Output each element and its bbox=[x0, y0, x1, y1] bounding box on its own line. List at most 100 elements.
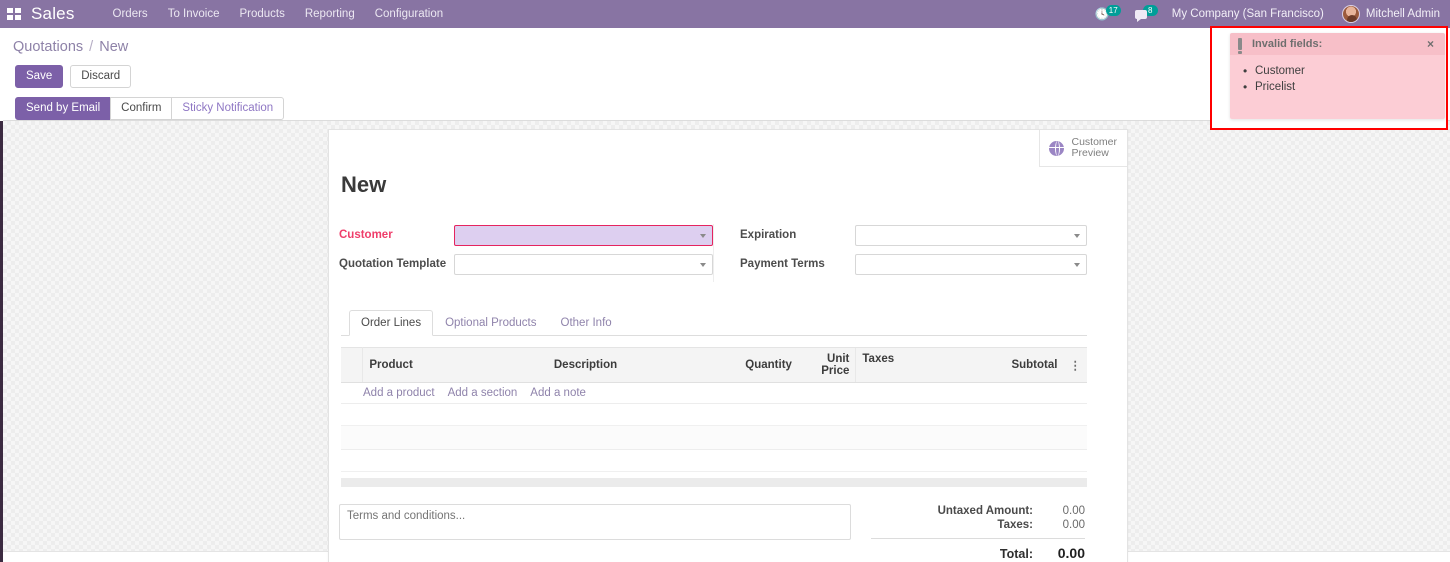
quotation-template-label: Quotation Template bbox=[339, 258, 447, 270]
notification-body: Customer Pricelist bbox=[1230, 55, 1445, 119]
sheet-footer: Untaxed Amount: 0.00 Taxes: 0.00 Total: … bbox=[339, 504, 1087, 562]
table-row bbox=[341, 403, 1087, 426]
send-by-email-button[interactable]: Send by Email bbox=[15, 97, 112, 120]
form-sheet-wrapper: Customer Preview New Customer Quotation … bbox=[328, 129, 1128, 562]
globe-icon bbox=[1049, 140, 1065, 156]
apps-grid-icon[interactable] bbox=[7, 8, 21, 20]
customer-preview-line2: Preview bbox=[1071, 147, 1109, 159]
breadcrumb-separator: / bbox=[89, 39, 94, 55]
tab-order-lines[interactable]: Order Lines bbox=[349, 310, 434, 336]
column-unit-price[interactable]: Unit Price bbox=[797, 347, 856, 383]
add-a-note-link[interactable]: Add a note bbox=[530, 387, 586, 399]
customer-preview-button[interactable]: Customer Preview bbox=[1039, 130, 1127, 167]
vertical-dots-icon[interactable]: ⋮ bbox=[1063, 347, 1087, 383]
form-sheet: Customer Preview New Customer Quotation … bbox=[328, 129, 1128, 562]
total-row-taxes: Taxes: 0.00 bbox=[871, 518, 1085, 532]
nav-item-configuration[interactable]: Configuration bbox=[365, 0, 453, 28]
taxes-value: 0.00 bbox=[1062, 519, 1085, 531]
chevron-down-icon bbox=[700, 263, 706, 267]
column-product[interactable]: Product bbox=[362, 347, 548, 383]
confirm-button[interactable]: Confirm bbox=[110, 97, 173, 120]
user-menu[interactable]: Mitchell Admin bbox=[1341, 5, 1444, 23]
add-links: Add a product Add a section Add a note bbox=[341, 387, 1087, 399]
column-subtotal[interactable]: Subtotal bbox=[994, 347, 1064, 383]
sticky-notification-button[interactable]: Sticky Notification bbox=[171, 97, 285, 120]
table-bottom-bar bbox=[341, 478, 1087, 487]
tab-optional-products[interactable]: Optional Products bbox=[433, 310, 548, 336]
user-name-label: Mitchell Admin bbox=[1365, 8, 1440, 20]
expiration-field-control bbox=[855, 224, 1087, 246]
left-edge-rail bbox=[0, 121, 3, 562]
discard-button[interactable]: Discard bbox=[70, 65, 132, 88]
total-row-grand: Total: 0.00 bbox=[871, 538, 1085, 562]
totals-block: Untaxed Amount: 0.00 Taxes: 0.00 Total: … bbox=[871, 504, 1087, 562]
column-quantity[interactable]: Quantity bbox=[736, 347, 798, 383]
untaxed-amount-label: Untaxed Amount: bbox=[937, 505, 1033, 517]
sticky-notification: Invalid fields: × Customer Pricelist bbox=[1230, 33, 1445, 119]
nav-item-products[interactable]: Products bbox=[229, 0, 294, 28]
untaxed-amount-value: 0.00 bbox=[1062, 505, 1085, 517]
navbar-menu: Orders To Invoice Products Reporting Con… bbox=[103, 0, 454, 28]
expiration-label: Expiration bbox=[740, 229, 797, 241]
app-brand-sales[interactable]: Sales bbox=[31, 4, 75, 24]
messages-menu[interactable]: 8 bbox=[1134, 5, 1158, 22]
add-a-section-link[interactable]: Add a section bbox=[448, 387, 518, 399]
customer-input[interactable] bbox=[454, 224, 713, 246]
column-description[interactable]: Description bbox=[547, 347, 737, 383]
order-lines-head: Product Description Quantity Unit Price … bbox=[341, 347, 1087, 383]
top-navbar: Sales Orders To Invoice Products Reporti… bbox=[0, 0, 1450, 28]
notification-title: Invalid fields: bbox=[1252, 38, 1323, 50]
column-taxes[interactable]: Taxes bbox=[855, 347, 995, 383]
nav-item-reporting[interactable]: Reporting bbox=[295, 0, 365, 28]
activities-menu[interactable]: 🕓 17 bbox=[1095, 5, 1121, 21]
terms-and-conditions-input[interactable] bbox=[339, 504, 851, 540]
page-title: New bbox=[341, 172, 387, 197]
total-label: Total: bbox=[999, 547, 1033, 561]
company-switcher[interactable]: My Company (San Francisco) bbox=[1172, 8, 1324, 20]
notebook: Order Lines Optional Products Other Info… bbox=[341, 310, 1087, 487]
statusbar-buttons: Send by Email Confirm Sticky Notificatio… bbox=[15, 97, 285, 120]
add-links-cell: Add a product Add a section Add a note bbox=[341, 382, 1087, 404]
activities-count-badge: 17 bbox=[1105, 5, 1121, 16]
total-value: 0.00 bbox=[1057, 545, 1085, 561]
field-row-expiration: Expiration bbox=[740, 224, 1087, 246]
payment-terms-label: Payment Terms bbox=[740, 258, 825, 270]
save-button[interactable]: Save bbox=[15, 65, 64, 88]
field-row-quotation-template: Quotation Template bbox=[339, 253, 713, 275]
total-row-untaxed: Untaxed Amount: 0.00 bbox=[871, 504, 1085, 518]
statusbar-button-group: Send by Email Confirm Sticky Notificatio… bbox=[15, 97, 285, 120]
nav-item-to-invoice[interactable]: To Invoice bbox=[158, 0, 230, 28]
list-item: Customer bbox=[1239, 63, 1436, 79]
quotation-template-field-control bbox=[454, 253, 713, 275]
field-row-payment-terms: Payment Terms bbox=[740, 253, 1087, 275]
payment-terms-input[interactable] bbox=[855, 253, 1087, 275]
taxes-label: Taxes: bbox=[997, 519, 1033, 531]
form-column-right: Expiration Payment Terms bbox=[713, 224, 1087, 282]
chevron-down-icon bbox=[1074, 234, 1080, 238]
breadcrumb-quotations[interactable]: Quotations bbox=[13, 39, 83, 55]
quotation-template-input[interactable] bbox=[454, 253, 713, 275]
expiration-input[interactable] bbox=[855, 224, 1087, 246]
notification-header: Invalid fields: × bbox=[1230, 33, 1445, 55]
tab-other-info[interactable]: Other Info bbox=[549, 310, 624, 336]
terms-box bbox=[339, 504, 851, 562]
form-field-grid: Customer Quotation Template Expiration P… bbox=[339, 224, 1087, 282]
nav-item-orders[interactable]: Orders bbox=[103, 0, 158, 28]
breadcrumb: Quotations / New bbox=[13, 39, 128, 55]
form-column-left: Customer Quotation Template bbox=[339, 224, 713, 282]
chevron-down-icon bbox=[700, 234, 706, 238]
table-row bbox=[341, 425, 1087, 450]
customer-label: Customer bbox=[339, 229, 393, 241]
notebook-tabs: Order Lines Optional Products Other Info bbox=[341, 310, 1087, 336]
order-lines-table: Product Description Quantity Unit Price … bbox=[341, 347, 1087, 472]
payment-terms-field-control bbox=[855, 253, 1087, 275]
add-a-product-link[interactable]: Add a product bbox=[363, 387, 435, 399]
invalid-fields-list: Customer Pricelist bbox=[1239, 63, 1436, 95]
record-action-buttons: Save Discard bbox=[15, 65, 132, 88]
table-row bbox=[341, 449, 1087, 472]
list-item: Pricelist bbox=[1239, 79, 1436, 95]
avatar bbox=[1341, 5, 1360, 23]
customer-preview-label: Customer Preview bbox=[1071, 137, 1117, 159]
close-icon[interactable]: × bbox=[1425, 38, 1436, 50]
order-lines-body: Add a product Add a section Add a note bbox=[341, 382, 1087, 472]
